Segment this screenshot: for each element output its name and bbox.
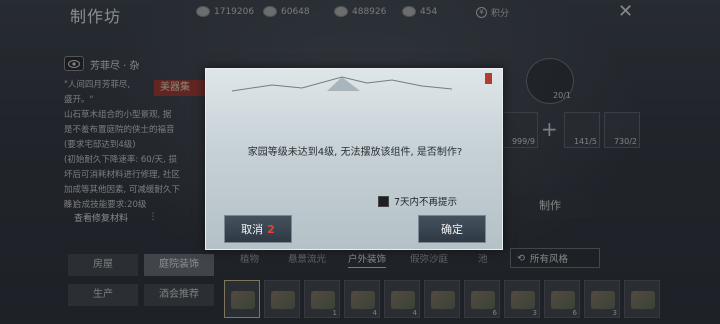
seal-stamp xyxy=(485,73,492,84)
confirm-button[interactable]: 确定 xyxy=(418,215,486,243)
mountain-decoration xyxy=(232,76,452,92)
cancel-button[interactable]: 取消 2 xyxy=(224,215,292,243)
confirm-dialog: 家园等级未达到4级, 无法摆放该组件, 是否制作? 7天内不再提示 取消 2 确定 xyxy=(205,68,503,250)
checkbox-box[interactable] xyxy=(378,195,389,207)
dialog-message: 家园等级未达到4级, 无法摆放该组件, 是否制作? xyxy=(247,147,463,158)
dont-remind-checkbox[interactable]: 7天内不再提示 xyxy=(378,194,457,208)
